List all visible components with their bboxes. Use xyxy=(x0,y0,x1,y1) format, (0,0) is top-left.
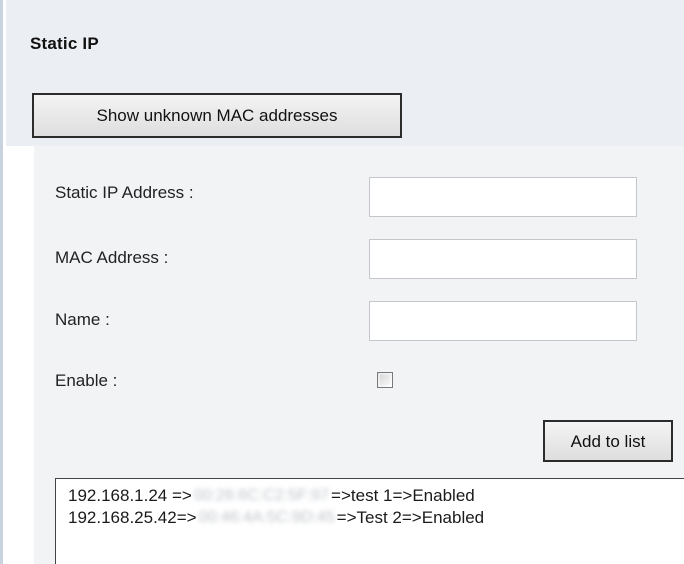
list-item-ip: 192.168.1.24 => xyxy=(68,486,192,505)
section-title: Static IP xyxy=(30,34,99,53)
name-label: Name : xyxy=(55,310,110,329)
list-item[interactable]: 192.168.1.24 => 00:26:6C:C2:5F:97 =>test… xyxy=(68,486,475,506)
list-item-ip: 192.168.25.42=> xyxy=(68,508,197,527)
list-item-mac: 00:46:4A:5C:9D:45 xyxy=(198,509,335,526)
list-item-mac: 00:26:6C:C2:5F:97 xyxy=(193,487,330,504)
static-ip-list[interactable]: 192.168.1.24 => 00:26:6C:C2:5F:97 =>test… xyxy=(55,478,684,564)
static-ip-window: Static IP Show unknown MAC addresses Sta… xyxy=(0,0,684,564)
list-item[interactable]: 192.168.25.42=> 00:46:4A:5C:9D:45 =>Test… xyxy=(68,508,484,528)
list-item-detail: =>test 1=>Enabled xyxy=(331,486,475,505)
static-ip-input[interactable] xyxy=(369,177,637,217)
list-item-detail: =>Test 2=>Enabled xyxy=(336,508,485,527)
mac-address-label: MAC Address : xyxy=(55,248,169,267)
name-input[interactable] xyxy=(369,301,637,341)
mac-address-input[interactable] xyxy=(369,239,637,279)
enable-checkbox[interactable] xyxy=(377,372,393,388)
enable-label: Enable : xyxy=(55,371,118,390)
static-ip-label: Static IP Address : xyxy=(55,183,194,202)
add-to-list-button[interactable]: Add to list xyxy=(543,420,673,462)
show-unknown-mac-button[interactable]: Show unknown MAC addresses xyxy=(32,93,402,138)
